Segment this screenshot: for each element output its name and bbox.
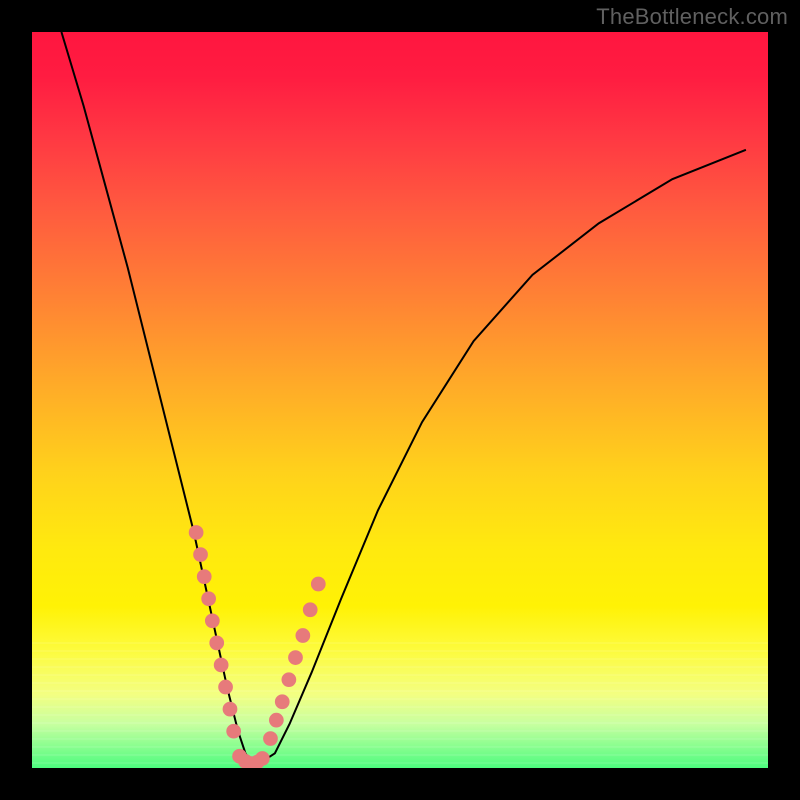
- marker-dot: [201, 591, 216, 606]
- marker-dot: [303, 602, 318, 617]
- marker-dot: [223, 702, 238, 717]
- series-group: [61, 32, 745, 764]
- marker-dot: [197, 569, 212, 584]
- series-bottleneck-curve: [61, 32, 745, 764]
- marker-dot: [288, 650, 303, 665]
- marker-dot: [311, 577, 326, 592]
- marker-dot: [218, 680, 233, 695]
- marker-dot: [226, 724, 241, 739]
- marker-dot: [205, 613, 220, 628]
- watermark-text: TheBottleneck.com: [596, 4, 788, 30]
- marker-dot: [209, 636, 224, 651]
- marker-dot: [269, 713, 284, 728]
- marker-dot: [189, 525, 204, 540]
- marker-dot: [193, 547, 208, 562]
- marker-dot: [255, 751, 270, 766]
- chart-frame: TheBottleneck.com: [0, 0, 800, 800]
- marker-dot: [263, 731, 278, 746]
- markers-group: [189, 525, 326, 768]
- curve-layer: [32, 32, 768, 768]
- plot-area: [32, 32, 768, 768]
- marker-dot: [275, 694, 290, 709]
- marker-dot: [295, 628, 310, 643]
- marker-dot: [214, 658, 229, 673]
- marker-dot: [282, 672, 297, 687]
